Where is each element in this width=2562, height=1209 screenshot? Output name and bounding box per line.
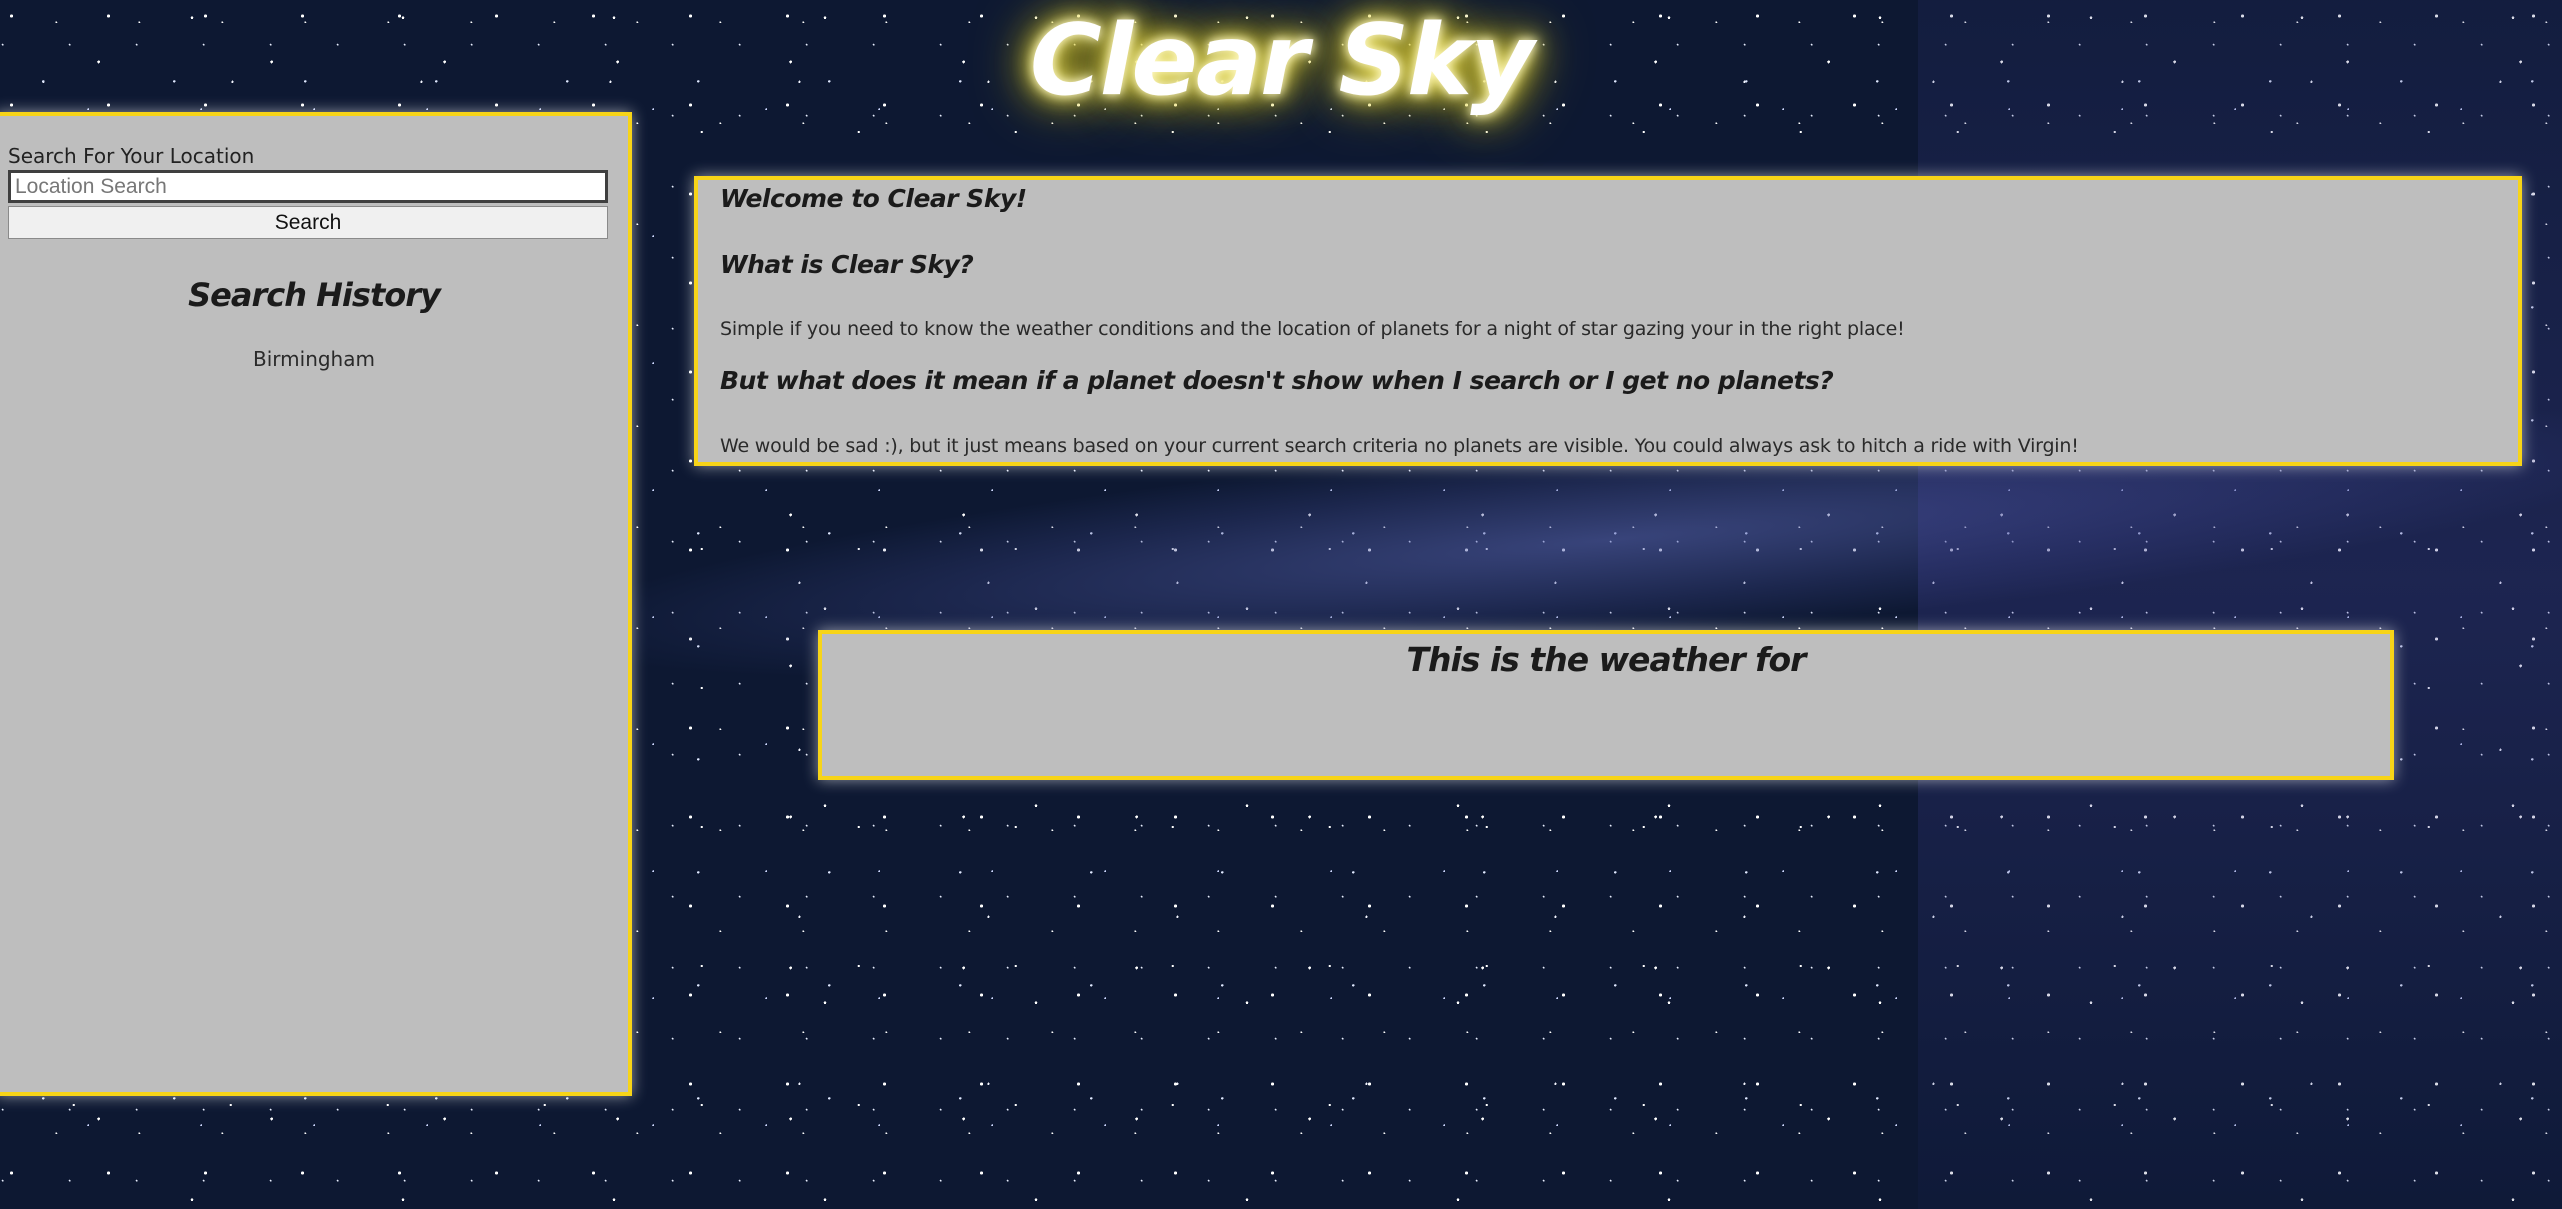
weather-title: This is the weather for — [1406, 640, 1807, 679]
search-history-list: Birmingham — [0, 342, 628, 376]
about-heading: What is Clear Sky? — [720, 250, 974, 279]
search-button[interactable]: Search — [8, 206, 608, 239]
welcome-heading: Welcome to Clear Sky! — [720, 184, 1027, 213]
welcome-panel: Welcome to Clear Sky! What is Clear Sky?… — [694, 176, 2522, 466]
search-history-title: Search History — [188, 276, 441, 314]
about-text: Simple if you need to know the weather c… — [720, 318, 1905, 340]
search-label: Search For Your Location — [8, 144, 255, 168]
weather-panel: This is the weather for — [818, 630, 2394, 780]
search-sidebar: Search For Your Location Search Search H… — [0, 112, 632, 1096]
location-search-input[interactable] — [8, 170, 608, 203]
app-title: Clear Sky — [1029, 4, 1534, 118]
faq-heading: But what does it mean if a planet doesn'… — [720, 366, 1834, 395]
faq-text: We would be sad :), but it just means ba… — [720, 435, 2079, 457]
search-history-item[interactable]: Birmingham — [0, 342, 628, 376]
